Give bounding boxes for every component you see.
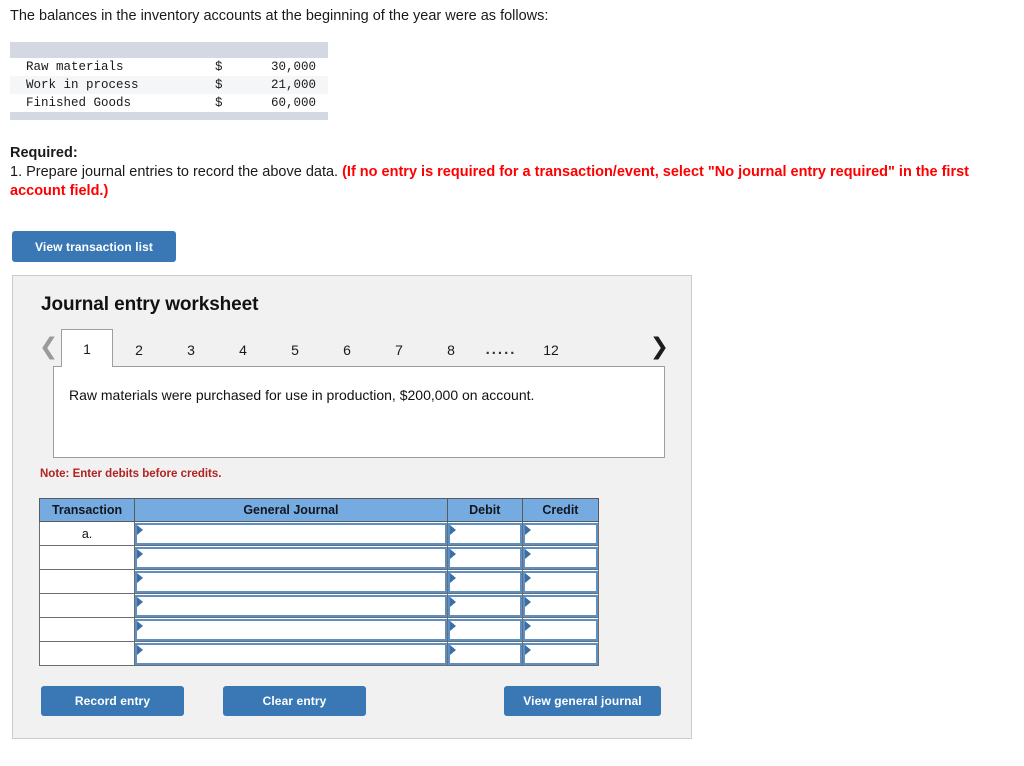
debit-input-4[interactable] [447,618,522,641]
balance-label: Finished Goods [26,96,132,110]
account-select-4[interactable] [135,618,447,641]
account-select-0[interactable] [135,522,447,545]
required-instruction: 1. Prepare journal entries to record the… [10,163,985,201]
tab-8[interactable]: 8 [425,331,477,367]
balance-amount: 30,000 [270,60,316,74]
balance-currency: $ [215,60,223,74]
general-journal-cell[interactable] [134,521,448,546]
balance-currency: $ [215,96,223,110]
required-heading: Required: [10,145,78,161]
tab-ellipsis: ..... [485,341,517,358]
view-transaction-list-button[interactable]: View transaction list [12,231,176,262]
credit-input-2[interactable] [522,570,598,593]
debits-before-credits-note: Note: Enter debits before credits. [40,468,222,480]
transaction-description-text: Raw materials were purchased for use in … [69,387,535,403]
header-debit: Debit [446,498,523,522]
worksheet-title: Journal entry worksheet [41,294,259,315]
journal-table-row [38,617,600,642]
journal-table-row: a. [38,521,600,546]
debit-input-2[interactable] [447,570,522,593]
transaction-cell [38,545,136,570]
tab-3[interactable]: 3 [165,331,217,367]
journal-entry-worksheet-panel: Journal entry worksheet ❮ 1 2 3 4 5 6 7 8..... 1… [12,275,692,739]
journal-entry-table: Transaction General Journal Debit Credit… [38,498,600,666]
transaction-cell: a. [38,521,136,546]
balance-amount: 60,000 [270,96,316,110]
table-bottom-band [10,112,328,120]
header-general-journal: General Journal [134,498,448,522]
required-block: Required: 1. Prepare journal entries to … [10,144,985,201]
credit-input-0[interactable] [522,522,598,545]
credit-cell[interactable] [521,641,600,666]
tab-2[interactable]: 2 [113,331,165,367]
intro-text: The balances in the inventory accounts a… [10,8,549,24]
header-transaction: Transaction [38,498,136,522]
inventory-balances-table: Raw materials $30,000 Work in process $21,0… [10,42,328,120]
debit-input-1[interactable] [447,546,522,569]
transaction-cell [38,641,136,666]
view-general-journal-button[interactable]: View general journal [504,686,661,716]
transaction-cell [38,569,136,594]
balances-row: Finished Goods $60,000 [10,94,328,112]
tab-12[interactable]: 12 [525,331,577,367]
balances-rows: Raw materials $30,000 Work in process $21,0… [10,58,328,112]
credit-cell[interactable] [521,521,600,546]
credit-input-5[interactable] [522,642,598,665]
credit-cell[interactable] [521,617,600,642]
debit-cell[interactable] [446,641,523,666]
debit-input-5[interactable] [447,642,522,665]
account-select-1[interactable] [135,546,447,569]
credit-input-4[interactable] [522,618,598,641]
debit-cell[interactable] [446,569,523,594]
journal-table-wrapper: Transaction General Journal Debit Credit… [38,498,600,666]
table-top-band [10,42,328,58]
tab-6[interactable]: 6 [321,331,373,367]
credit-input-1[interactable] [522,546,598,569]
tab-7[interactable]: 7 [373,331,425,367]
balances-row: Raw materials $30,000 [10,58,328,76]
journal-table-row [38,569,600,594]
required-instruction-text: 1. Prepare journal entries to record the… [10,164,339,180]
chevron-right-icon[interactable]: ❯ [650,333,669,361]
credit-cell[interactable] [521,545,600,570]
balance-label: Work in process [26,78,139,92]
general-journal-cell[interactable] [134,545,448,570]
credit-input-3[interactable] [522,594,598,617]
header-credit: Credit [521,498,600,522]
credit-cell[interactable] [521,593,600,618]
debit-cell[interactable] [446,593,523,618]
journal-table-row [38,545,600,570]
account-select-5[interactable] [135,642,447,665]
worksheet-tabs: 1 2 3 4 5 6 7 8..... 12 [61,329,577,367]
balances-row: Work in process $21,000 [10,76,328,94]
debit-input-3[interactable] [447,594,522,617]
general-journal-cell[interactable] [134,593,448,618]
record-entry-button[interactable]: Record entry [41,686,184,716]
debit-cell[interactable] [446,617,523,642]
worksheet-tabstrip: ❮ 1 2 3 4 5 6 7 8..... 12 ❯ [39,329,669,367]
transaction-cell [38,617,136,642]
credit-cell[interactable] [521,569,600,594]
journal-table-row [38,593,600,618]
general-journal-cell[interactable] [134,641,448,666]
debit-cell[interactable] [446,521,523,546]
chevron-left-icon[interactable]: ❮ [39,333,58,361]
journal-table-row [38,641,600,666]
general-journal-cell[interactable] [134,617,448,642]
transaction-cell [38,593,136,618]
account-select-3[interactable] [135,594,447,617]
debit-input-0[interactable] [447,522,522,545]
debit-cell[interactable] [446,545,523,570]
tab-1[interactable]: 1 [61,329,113,367]
tab-4[interactable]: 4 [217,331,269,367]
balance-label: Raw materials [26,60,124,74]
tab-5[interactable]: 5 [269,331,321,367]
journal-table-header-row: Transaction General Journal Debit Credit [38,498,600,522]
transaction-description-box: Raw materials were purchased for use in … [53,366,665,458]
balance-amount: 21,000 [270,78,316,92]
account-select-2[interactable] [135,570,447,593]
clear-entry-button[interactable]: Clear entry [223,686,366,716]
general-journal-cell[interactable] [134,569,448,594]
balance-currency: $ [215,78,223,92]
